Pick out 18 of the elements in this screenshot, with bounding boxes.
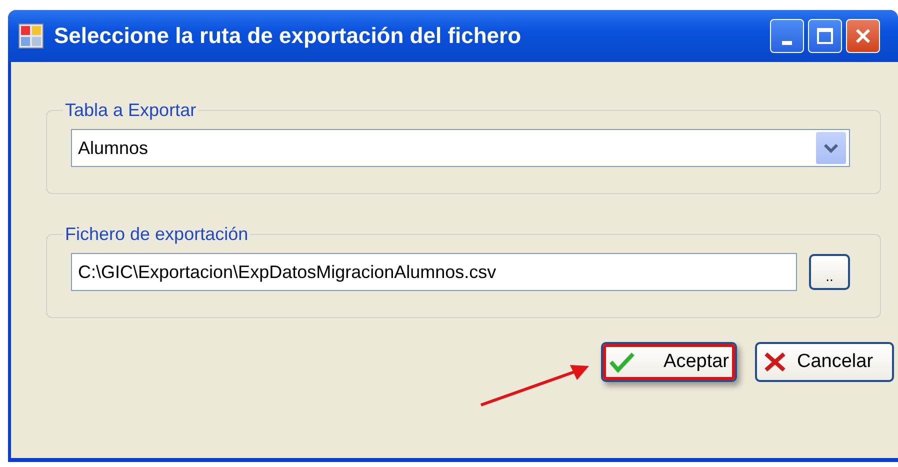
group-label: Fichero de exportación [64,224,250,245]
chevron-down-icon [823,143,839,153]
checkmark-icon [609,351,635,373]
minimize-button[interactable] [770,19,804,53]
browse-button[interactable]: .. [809,254,850,290]
file-path-field[interactable]: C:\GIC\Exportacion\ExpDatosMigracionAlumnos.csv [71,253,797,291]
group-label: Tabla a Exportar [64,100,198,121]
window-title: Seleccione la ruta de exportación del fichero [54,23,522,49]
maximize-button[interactable] [808,19,842,53]
table-dropdown[interactable]: Alumnos [71,129,850,167]
close-icon [854,27,872,45]
maximize-icon [816,27,834,45]
x-mark-icon [763,351,787,373]
close-button[interactable] [846,19,880,53]
accept-button[interactable]: Aceptar [601,342,737,382]
app-icon [18,23,44,49]
cancel-button[interactable]: Cancelar [755,342,894,382]
minimize-icon [782,41,792,45]
